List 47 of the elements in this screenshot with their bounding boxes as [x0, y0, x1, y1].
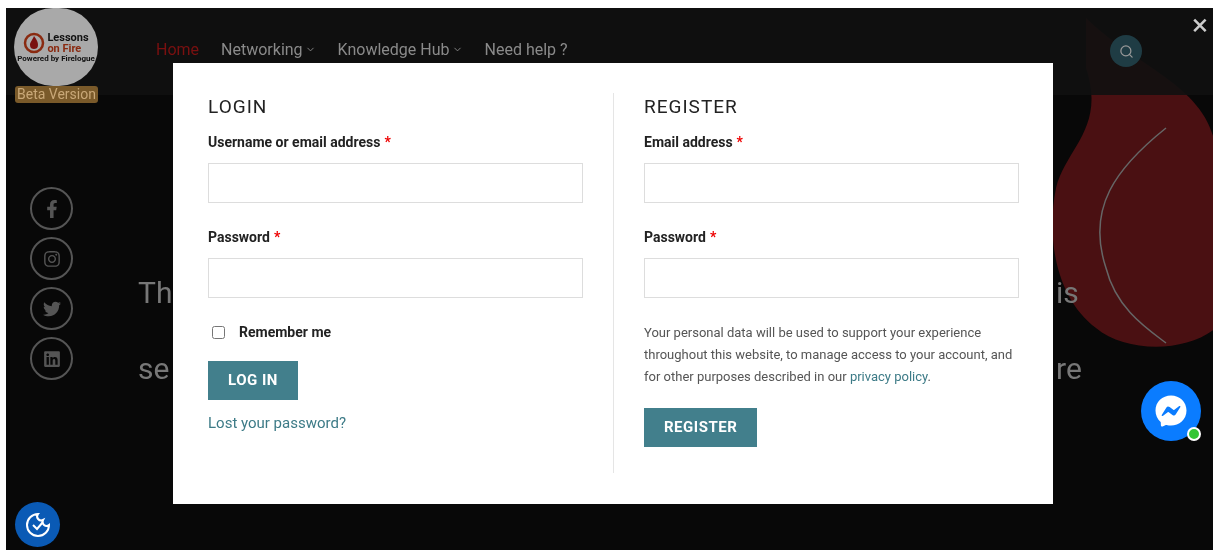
field-label: Password [644, 227, 706, 247]
input-field[interactable] [644, 162, 1019, 203]
logo-badge[interactable]: Lessons on Fire Powered by Firelogue [14, 8, 98, 86]
nav-link[interactable]: Networking [221, 37, 316, 62]
logo-text: on Fire [47, 42, 83, 54]
cookie-check-icon [23, 510, 52, 539]
remember-checkbox[interactable] [212, 325, 225, 339]
hero-text: se [138, 350, 171, 388]
logo-text: Lessons [47, 31, 89, 43]
field-label: Password [208, 227, 270, 247]
required-mark: * [384, 132, 391, 152]
cookie-button[interactable] [15, 502, 60, 547]
section-title: REGISTER [644, 94, 739, 120]
section-title: LOGIN [208, 94, 269, 120]
messenger-button[interactable] [1141, 381, 1201, 441]
search-button[interactable] [1110, 35, 1142, 67]
twitter-icon [42, 299, 61, 318]
privacy-policy-link[interactable]: privacy policy [849, 368, 928, 384]
search-icon [1118, 43, 1134, 59]
social-link[interactable] [30, 337, 73, 380]
beta-badge: Beta Version [15, 86, 98, 103]
linkedin-icon [42, 349, 61, 368]
input-field[interactable] [208, 257, 583, 298]
nav-link[interactable]: Knowledge Hub [337, 37, 463, 62]
input-field[interactable] [208, 162, 583, 203]
checkbox-label: Remember me [239, 322, 332, 342]
field-label: Email address [644, 132, 733, 152]
hero-text: is [1056, 274, 1080, 312]
hero-text: Th [138, 274, 173, 312]
social-link[interactable] [30, 287, 73, 330]
hero-text: re [1056, 350, 1082, 388]
privacy-notice: Your personal data will be used to support your experience throughout this website, to manage access to your account, and for other purposes described in our privacy policy. [644, 323, 1014, 386]
instagram-icon [42, 249, 61, 268]
input-field[interactable] [644, 257, 1019, 298]
lost-password-link[interactable]: Lost your password? [208, 411, 346, 434]
required-mark: * [709, 227, 717, 247]
required-mark: * [736, 132, 743, 152]
field-label: Username or email address [208, 132, 381, 152]
register-button[interactable]: REGISTER [644, 407, 758, 447]
nav-link[interactable]: Need help ? [484, 37, 568, 62]
logo-tagline: Powered by Firelogue [17, 53, 95, 63]
social-link[interactable] [30, 237, 73, 280]
social-link[interactable] [30, 187, 73, 230]
messenger-icon [1155, 395, 1187, 427]
login-button[interactable]: LOG IN [208, 360, 298, 400]
close-button[interactable]: × [1192, 10, 1208, 40]
required-mark: * [273, 227, 281, 247]
